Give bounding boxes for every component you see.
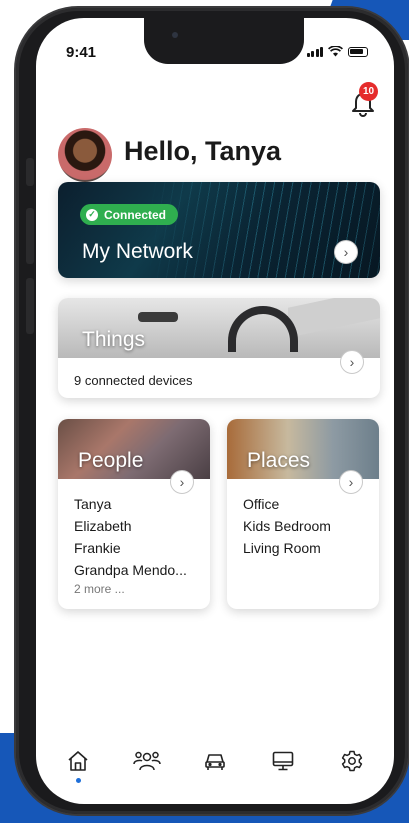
notification-badge: 10 — [359, 82, 378, 101]
card-title: Places — [247, 449, 311, 472]
people-list: Tanya Elizabeth Frankie Grandpa Mendo... — [74, 493, 187, 581]
card-title: My Network — [82, 240, 193, 263]
wifi-icon — [328, 46, 343, 57]
card-subtitle: 9 connected devices — [74, 373, 193, 388]
list-item[interactable]: Frankie — [74, 537, 187, 559]
battery-icon — [348, 47, 368, 57]
people-icon — [132, 751, 161, 771]
chevron-right-icon[interactable]: › — [334, 240, 358, 264]
mute-switch — [26, 158, 34, 186]
people-card[interactable]: People › Tanya Elizabeth Frankie Grandpa… — [58, 419, 210, 609]
my-network-card[interactable]: ✓ Connected My Network › — [58, 182, 380, 278]
list-item[interactable]: Elizabeth — [74, 515, 187, 537]
things-card[interactable]: Things › 9 connected devices — [58, 298, 380, 398]
status-icons — [306, 46, 368, 57]
active-tab-indicator — [76, 778, 82, 783]
tab-people[interactable] — [127, 741, 167, 781]
avatar[interactable] — [58, 128, 112, 182]
chevron-right-icon[interactable]: › — [340, 350, 364, 374]
list-item[interactable]: Office — [243, 493, 331, 515]
chevron-right-icon[interactable]: › — [339, 470, 363, 494]
app-screen: 9:41 10 Hello, Tanya ✓ Connected My Netw… — [36, 18, 394, 804]
places-list: Office Kids Bedroom Living Room — [243, 493, 331, 559]
card-title: Things — [82, 328, 146, 351]
volume-up-button — [26, 208, 34, 264]
monitor-icon — [273, 751, 294, 771]
settings-icon — [341, 750, 362, 772]
list-item[interactable]: Tanya — [74, 493, 187, 515]
status-badge: ✓ Connected — [80, 204, 179, 225]
more-link[interactable]: 2 more ... — [74, 582, 125, 596]
list-item[interactable]: Grandpa Mendo... — [74, 559, 187, 581]
bottom-tab-bar — [36, 736, 394, 786]
chevron-right-icon[interactable]: › — [170, 470, 194, 494]
list-item[interactable]: Kids Bedroom — [243, 515, 331, 537]
tab-home[interactable] — [58, 741, 98, 783]
signal-icon — [306, 47, 323, 57]
tab-car[interactable] — [195, 741, 235, 781]
volume-down-button — [26, 278, 34, 334]
tab-settings[interactable] — [332, 741, 372, 781]
status-time: 9:41 — [66, 44, 97, 61]
page-title: Hello, Tanya — [124, 136, 282, 166]
notch — [144, 18, 304, 64]
card-title: People — [78, 449, 144, 472]
list-item[interactable]: Living Room — [243, 537, 331, 559]
tab-devices[interactable] — [263, 741, 303, 781]
car-icon — [205, 754, 225, 770]
places-card[interactable]: Places › Office Kids Bedroom Living Room — [227, 419, 379, 609]
home-icon — [68, 751, 88, 771]
status-badge-label: Connected — [104, 207, 167, 222]
check-icon: ✓ — [86, 208, 98, 221]
